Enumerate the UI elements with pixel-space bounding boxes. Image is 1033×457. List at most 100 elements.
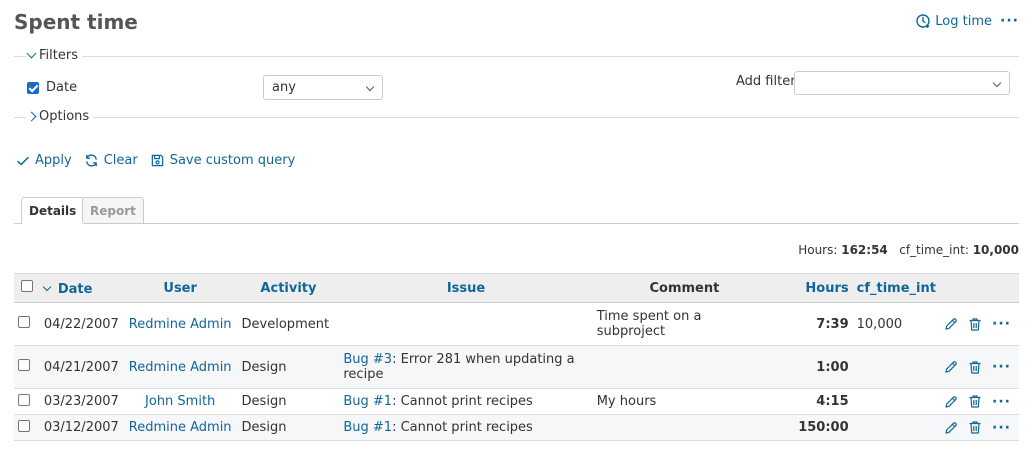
clock-add-icon [915, 13, 931, 29]
pencil-icon[interactable] [944, 421, 958, 435]
cell-user-link[interactable]: Redmine Admin [129, 360, 232, 375]
log-time-label: Log time [935, 13, 993, 29]
cell-user-link[interactable]: John Smith [145, 394, 215, 409]
row-more-icon[interactable]: ··· [992, 395, 1011, 409]
trash-icon[interactable] [968, 317, 982, 332]
cell-comment: My hours [592, 388, 777, 415]
pencil-icon[interactable] [944, 360, 958, 374]
cell-cf-time-int: 10,000 [852, 302, 940, 346]
cell-issue: Bug #3: Error 281 when updating a recipe [339, 345, 593, 389]
cell-activity: Design [237, 414, 340, 441]
cell-comment: Time spent on a subproject [592, 302, 777, 346]
column-hours[interactable]: Hours [776, 273, 853, 303]
log-time-link[interactable]: Log time [915, 13, 992, 29]
cell-issue-subject: : Cannot print recipes [392, 394, 533, 409]
column-user[interactable]: User [122, 273, 238, 303]
cell-user-link[interactable]: Redmine Admin [129, 420, 232, 435]
tab-details[interactable]: Details [21, 197, 85, 224]
select-all-cell [14, 273, 40, 303]
row-select-cell [14, 345, 40, 389]
chevron-right-icon [26, 111, 37, 122]
filters-toggle[interactable]: Filters [26, 48, 82, 63]
cell-activity: Design [237, 345, 340, 389]
row-more-icon[interactable]: ··· [992, 360, 1011, 374]
trash-icon[interactable] [968, 394, 982, 409]
add-filter-label: Add filter [736, 74, 796, 89]
filters-divider [14, 56, 1019, 57]
row-more-icon[interactable]: ··· [992, 421, 1011, 435]
total-hours-value: 162:54 [841, 243, 888, 257]
total-hours-label: Hours: [798, 243, 838, 257]
filters-legend: Filters [39, 48, 78, 63]
cell-date: 03/12/2007 [39, 414, 123, 441]
cell-cf-time-int [852, 414, 940, 441]
clear-label: Clear [103, 153, 138, 168]
row-checkbox[interactable] [18, 393, 30, 406]
column-actions [939, 273, 1019, 303]
apply-button[interactable]: Apply [16, 153, 72, 168]
row-actions-cell: ··· [939, 414, 1019, 441]
apply-label: Apply [35, 153, 72, 168]
time-entries-table: Date User Activity Issue Comment Hours c… [14, 273, 1019, 441]
date-operator-select[interactable]: any [263, 75, 383, 100]
add-filter-select[interactable] [794, 71, 1010, 95]
pencil-icon[interactable] [944, 317, 958, 331]
cell-issue-link[interactable]: Bug #1 [343, 420, 392, 435]
row-more-icon[interactable]: ··· [992, 317, 1011, 331]
cell-cf-time-int [852, 345, 940, 389]
chevron-down-icon [26, 48, 37, 59]
date-filter-label: Date [46, 80, 78, 95]
cell-hours: 1:00 [776, 345, 853, 389]
row-checkbox[interactable] [18, 316, 30, 328]
date-operator-value: any [272, 80, 296, 95]
row-actions-cell: ··· [939, 345, 1019, 389]
query-actions: Apply Clear Save custom query [16, 153, 295, 168]
save-custom-query-button[interactable]: Save custom query [150, 153, 296, 168]
row-select-cell [14, 414, 40, 441]
cell-date: 03/23/2007 [39, 388, 123, 415]
floppy-disk-icon [150, 153, 165, 168]
trash-icon[interactable] [968, 360, 982, 375]
cell-issue-subject: : Cannot print recipes [392, 420, 533, 435]
table-row: 03/12/2007 Redmine Admin Design Bug #1: … [14, 414, 1019, 441]
more-actions-icon[interactable]: ··· [1000, 14, 1019, 28]
tab-report[interactable]: Report [82, 197, 144, 223]
options-legend: Options [39, 109, 90, 124]
cell-date: 04/21/2007 [39, 345, 123, 389]
column-activity[interactable]: Activity [237, 273, 340, 303]
pencil-icon[interactable] [944, 395, 958, 409]
chevron-down-icon [992, 78, 1002, 88]
cell-hours: 7:39 [776, 302, 853, 346]
row-actions-cell: ··· [939, 388, 1019, 415]
cell-user-link[interactable]: Redmine Admin [129, 317, 232, 332]
chevron-down-icon [365, 82, 375, 92]
cell-issue [339, 302, 593, 346]
cell-activity: Design [237, 388, 340, 415]
options-toggle[interactable]: Options [26, 109, 94, 124]
column-date[interactable]: Date [39, 273, 123, 303]
cell-hours: 4:15 [776, 388, 853, 415]
column-issue[interactable]: Issue [339, 273, 593, 303]
row-checkbox[interactable] [18, 359, 30, 371]
column-cf-time-int[interactable]: cf_time_int [852, 273, 940, 303]
cell-issue: Bug #1: Cannot print recipes [339, 388, 593, 415]
cell-activity: Development [237, 302, 340, 346]
cell-issue-link[interactable]: Bug #1 [343, 394, 392, 409]
cell-issue-link[interactable]: Bug #3 [343, 352, 392, 367]
cell-cf-time-int [852, 388, 940, 415]
query-totals: Hours: 162:54 cf_time_int: 10,000 [798, 243, 1019, 257]
cell-comment [592, 345, 777, 389]
trash-icon[interactable] [968, 420, 982, 435]
table-row: 04/22/2007 Redmine Admin Development Tim… [14, 302, 1019, 346]
select-all-checkbox[interactable] [20, 280, 33, 292]
cell-date: 04/22/2007 [39, 302, 123, 346]
sort-desc-icon [42, 283, 52, 292]
cell-comment [592, 414, 777, 441]
checkmark-icon [16, 154, 30, 168]
row-select-cell [14, 302, 40, 346]
date-filter-checkbox[interactable] [27, 81, 39, 94]
column-date-label: Date [57, 281, 93, 297]
row-checkbox[interactable] [18, 419, 30, 432]
clear-button[interactable]: Clear [84, 153, 138, 168]
save-query-label: Save custom query [169, 153, 296, 168]
